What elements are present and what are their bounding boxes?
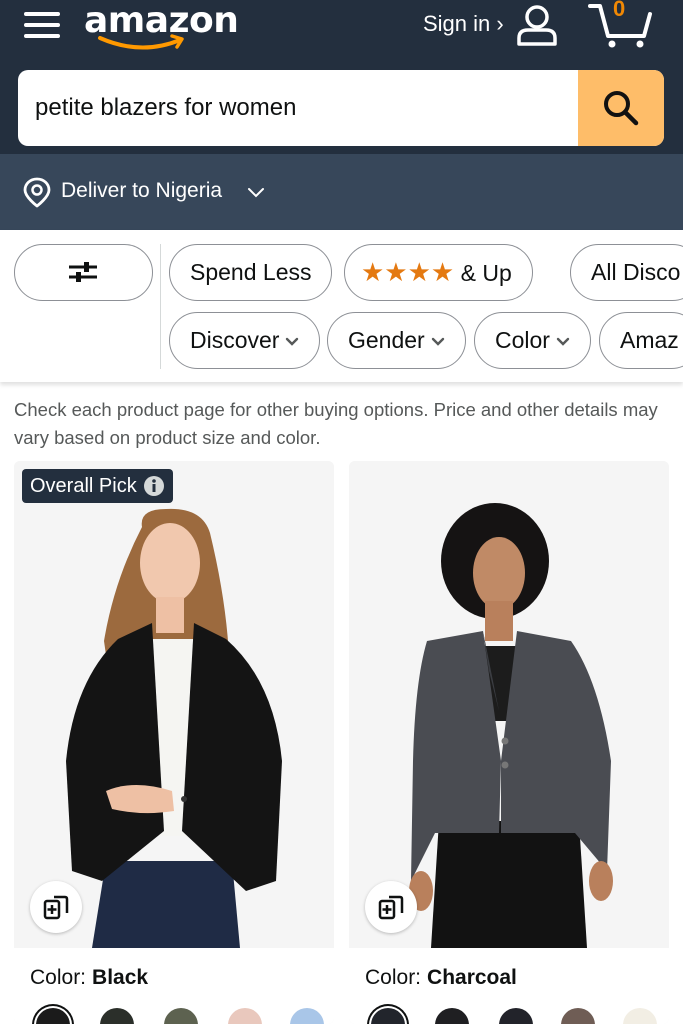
color-value: Charcoal <box>427 966 517 989</box>
product-card[interactable]: Overall Pick Color: Black <box>14 461 334 1024</box>
menu-hamburger-icon[interactable] <box>24 8 62 40</box>
filter-label: Spend Less <box>190 259 312 285</box>
chevron-down-icon <box>431 337 444 346</box>
filter-bar: Spend Less ★★★★ & Up All Disco Discover … <box>0 230 683 382</box>
filter-label: All Disco <box>591 259 681 285</box>
filter-gender[interactable]: Gender <box>327 312 466 369</box>
color-swatch[interactable] <box>561 1008 595 1024</box>
product-card[interactable]: Color: Charcoal <box>349 461 669 1024</box>
filter-all-discounts[interactable]: All Disco <box>570 244 683 301</box>
search-icon <box>604 91 639 126</box>
cart-count: 0 <box>613 0 626 21</box>
filter-label: Color <box>495 327 550 353</box>
deliver-label: Deliver to Nigeria <box>61 179 223 202</box>
product-photo-charcoal-blazer <box>409 503 613 948</box>
chevron-down-icon <box>248 188 264 198</box>
logo-smile-icon <box>98 34 184 50</box>
color-swatch[interactable] <box>100 1008 134 1024</box>
overall-pick-badge[interactable]: Overall Pick <box>22 469 173 503</box>
user-account-icon[interactable] <box>514 4 560 46</box>
product-info: Color: Black <box>14 948 334 1024</box>
filter-spend-less[interactable]: Spend Less <box>169 244 333 301</box>
color-row: Color: Charcoal <box>365 966 517 990</box>
color-swatch[interactable] <box>290 1008 324 1024</box>
search-button[interactable] <box>578 70 664 146</box>
compare-button[interactable] <box>365 881 417 933</box>
color-swatch[interactable] <box>164 1008 198 1024</box>
product-image[interactable] <box>349 461 669 948</box>
search-input[interactable] <box>35 70 575 146</box>
color-label: Color: <box>30 966 87 989</box>
color-row: Color: Black <box>30 966 148 990</box>
filter-divider <box>160 244 161 369</box>
star-rating-icon: ★★★★ <box>361 257 455 287</box>
filter-color[interactable]: Color <box>474 312 591 369</box>
filter-settings-button[interactable] <box>14 244 153 301</box>
filter-rating[interactable]: ★★★★ & Up <box>344 244 533 301</box>
filter-label: Gender <box>348 327 425 353</box>
filter-label: & Up <box>460 260 512 286</box>
buying-options-notice: Check each product page for other buying… <box>14 399 658 448</box>
compare-button[interactable] <box>30 881 82 933</box>
product-info: Color: Charcoal <box>349 948 669 1024</box>
search-bar-area <box>0 68 683 154</box>
color-swatch[interactable] <box>623 1008 657 1024</box>
color-swatch[interactable] <box>36 1008 70 1024</box>
sign-in-link[interactable]: Sign in › <box>423 11 504 37</box>
color-label: Color: <box>365 966 422 989</box>
amazon-logo[interactable]: amazon <box>84 0 239 56</box>
top-nav-bar: amazon Sign in › 0 <box>0 0 683 68</box>
info-icon <box>143 476 164 496</box>
search-box <box>18 70 664 146</box>
sliders-icon <box>69 262 97 282</box>
color-swatch[interactable] <box>435 1008 469 1024</box>
product-image[interactable]: Overall Pick <box>14 461 334 948</box>
compare-icon <box>378 895 404 920</box>
color-value: Black <box>92 966 149 989</box>
badge-label: Overall Pick <box>30 475 137 497</box>
location-pin-icon <box>23 177 51 208</box>
color-swatch[interactable] <box>228 1008 262 1024</box>
deliver-to-location[interactable]: Deliver to Nigeria <box>0 154 683 230</box>
chevron-down-icon <box>286 337 299 346</box>
compare-icon <box>43 895 69 920</box>
color-swatch[interactable] <box>499 1008 533 1024</box>
filter-amazon[interactable]: Amaz <box>599 312 683 369</box>
color-swatch[interactable] <box>371 1008 405 1024</box>
product-photo-black-blazer <box>66 508 282 948</box>
filter-label: Discover <box>190 327 280 353</box>
filter-discover[interactable]: Discover <box>169 312 321 369</box>
filter-label: Amaz <box>620 327 679 353</box>
chevron-down-icon <box>556 337 570 346</box>
